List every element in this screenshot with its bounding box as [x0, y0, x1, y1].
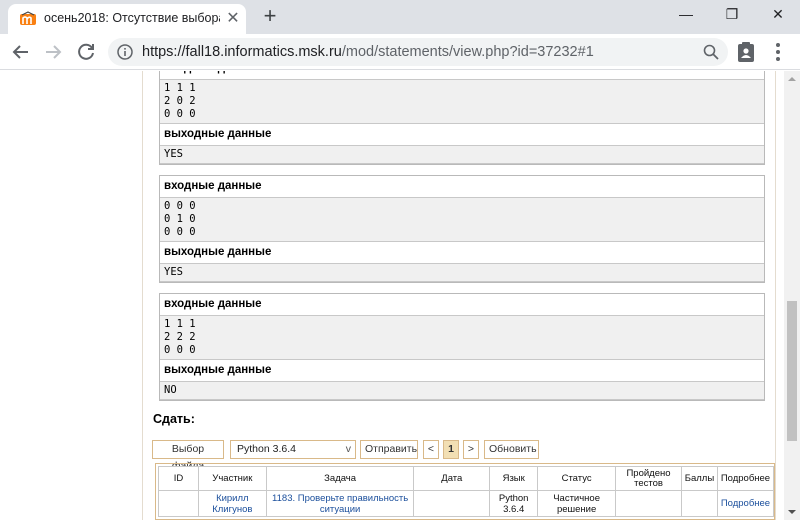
cell-status: Частичное решение — [537, 490, 617, 517]
col-language: Язык — [489, 466, 539, 491]
sample-block-2: входные данные 0 0 0 0 1 0 0 0 0 выходны… — [159, 175, 765, 283]
chevron-down-icon: v — [345, 443, 351, 455]
browser-menu-icon[interactable] — [768, 39, 788, 65]
browser-tab[interactable]: осень2018: Отсутствие выбора ✕ — [8, 4, 246, 34]
col-tests: Пройдено тестов — [615, 466, 682, 491]
moodle-favicon-icon — [20, 11, 36, 25]
choose-file-button[interactable]: Выбор файла — [152, 440, 224, 472]
sample-output-label: выходные данные — [160, 360, 764, 381]
col-details: Подробнее — [716, 466, 775, 491]
sample-block-1: входные данные 1 1 1 2 0 2 0 0 0 выходны… — [159, 71, 765, 165]
table-header-row: ID Участник Задача Дата Язык Статус Прой… — [158, 466, 775, 491]
send-button[interactable]: Отправить — [360, 440, 418, 459]
table-row: Кирилл Клигунов 1183. Проверьте правильн… — [158, 490, 775, 517]
problem-content: входные данные 1 1 1 2 0 2 0 0 0 выходны… — [142, 71, 776, 520]
restore-button[interactable]: ❐ — [718, 3, 746, 25]
site-info-icon[interactable] — [116, 43, 134, 61]
cell-tests — [615, 490, 682, 517]
col-date: Дата — [413, 466, 491, 491]
col-participant: Участник — [197, 466, 267, 491]
reload-icon[interactable] — [73, 39, 99, 65]
tab-close-icon[interactable]: ✕ — [224, 10, 242, 28]
refresh-button[interactable]: Обновить — [484, 440, 539, 459]
col-score: Баллы — [680, 466, 718, 491]
scroll-down-arrow-icon[interactable] — [784, 504, 800, 520]
col-status: Статус — [537, 466, 617, 491]
sample-output-label: выходные данные — [160, 124, 764, 145]
sample-input-label: входные данные — [160, 71, 764, 79]
prev-page-button[interactable]: < — [423, 440, 439, 459]
address-bar[interactable]: https://fall18.informatics.msk.ru/mod/st… — [108, 38, 728, 66]
submissions-panel: ID Участник Задача Дата Язык Статус Прой… — [155, 463, 775, 520]
minimize-button[interactable]: — — [672, 3, 700, 25]
submissions-table: ID Участник Задача Дата Язык Статус Прой… — [158, 466, 775, 517]
details-link[interactable]: Подробнее — [721, 498, 770, 509]
page-1-button[interactable]: 1 — [443, 440, 459, 459]
sample-output-value: YES — [160, 263, 764, 282]
scrollbar-thumb[interactable] — [787, 301, 797, 441]
clipboard-extension-icon[interactable] — [736, 41, 756, 63]
browser-toolbar: https://fall18.informatics.msk.ru/mod/st… — [0, 34, 800, 70]
scroll-up-arrow-icon[interactable] — [784, 71, 800, 87]
sample-output-value: NO — [160, 381, 764, 400]
url-host: https://fall18.informatics.msk.ru — [142, 44, 342, 60]
cell-details: Подробнее — [716, 490, 775, 517]
sample-output-value: YES — [160, 145, 764, 164]
cell-score — [680, 490, 718, 517]
back-arrow-icon[interactable] — [8, 39, 34, 65]
sample-input-label: входные данные — [160, 294, 764, 315]
cell-language: Python 3.6.4 — [489, 490, 539, 517]
problem-link[interactable]: 1183. Проверьте правильность ситуации — [272, 493, 408, 515]
sample-input-value: 0 0 0 0 1 0 0 0 0 — [160, 197, 764, 242]
cell-problem: 1183. Проверьте правильность ситуации — [265, 490, 415, 517]
cell-id — [158, 490, 199, 517]
col-id: ID — [158, 466, 199, 491]
forward-arrow-icon[interactable] — [40, 39, 66, 65]
new-tab-button[interactable]: + — [258, 5, 282, 29]
cell-date — [413, 490, 491, 517]
language-value: Python 3.6.4 — [237, 443, 296, 455]
sample-input-label: входные данные — [160, 176, 764, 197]
submit-heading: Сдать: — [153, 412, 195, 426]
next-page-button[interactable]: > — [463, 440, 479, 459]
tab-strip: осень2018: Отсутствие выбора ✕ + — ❐ ✕ — [0, 0, 800, 34]
zoom-icon[interactable] — [702, 43, 720, 61]
sample-input-value: 1 1 1 2 2 2 0 0 0 — [160, 315, 764, 360]
tab-title: осень2018: Отсутствие выбора — [44, 11, 220, 25]
cell-participant: Кирилл Клигунов — [197, 490, 267, 517]
participant-link[interactable]: Кирилл Клигунов — [212, 493, 252, 515]
language-select[interactable]: Python 3.6.4 v — [230, 440, 356, 459]
page-viewport: входные данные 1 1 1 2 0 2 0 0 0 выходны… — [0, 71, 784, 520]
url-text: https://fall18.informatics.msk.ru/mod/st… — [142, 44, 594, 60]
close-window-button[interactable]: ✕ — [764, 3, 792, 25]
sample-output-label: выходные данные — [160, 242, 764, 263]
url-path: /mod/statements/view.php?id=37232#1 — [341, 44, 594, 60]
col-problem: Задача — [265, 466, 415, 491]
page-scrollbar[interactable] — [784, 71, 800, 520]
sample-input-value: 1 1 1 2 0 2 0 0 0 — [160, 79, 764, 124]
sample-block-3: входные данные 1 1 1 2 2 2 0 0 0 выходны… — [159, 293, 765, 401]
